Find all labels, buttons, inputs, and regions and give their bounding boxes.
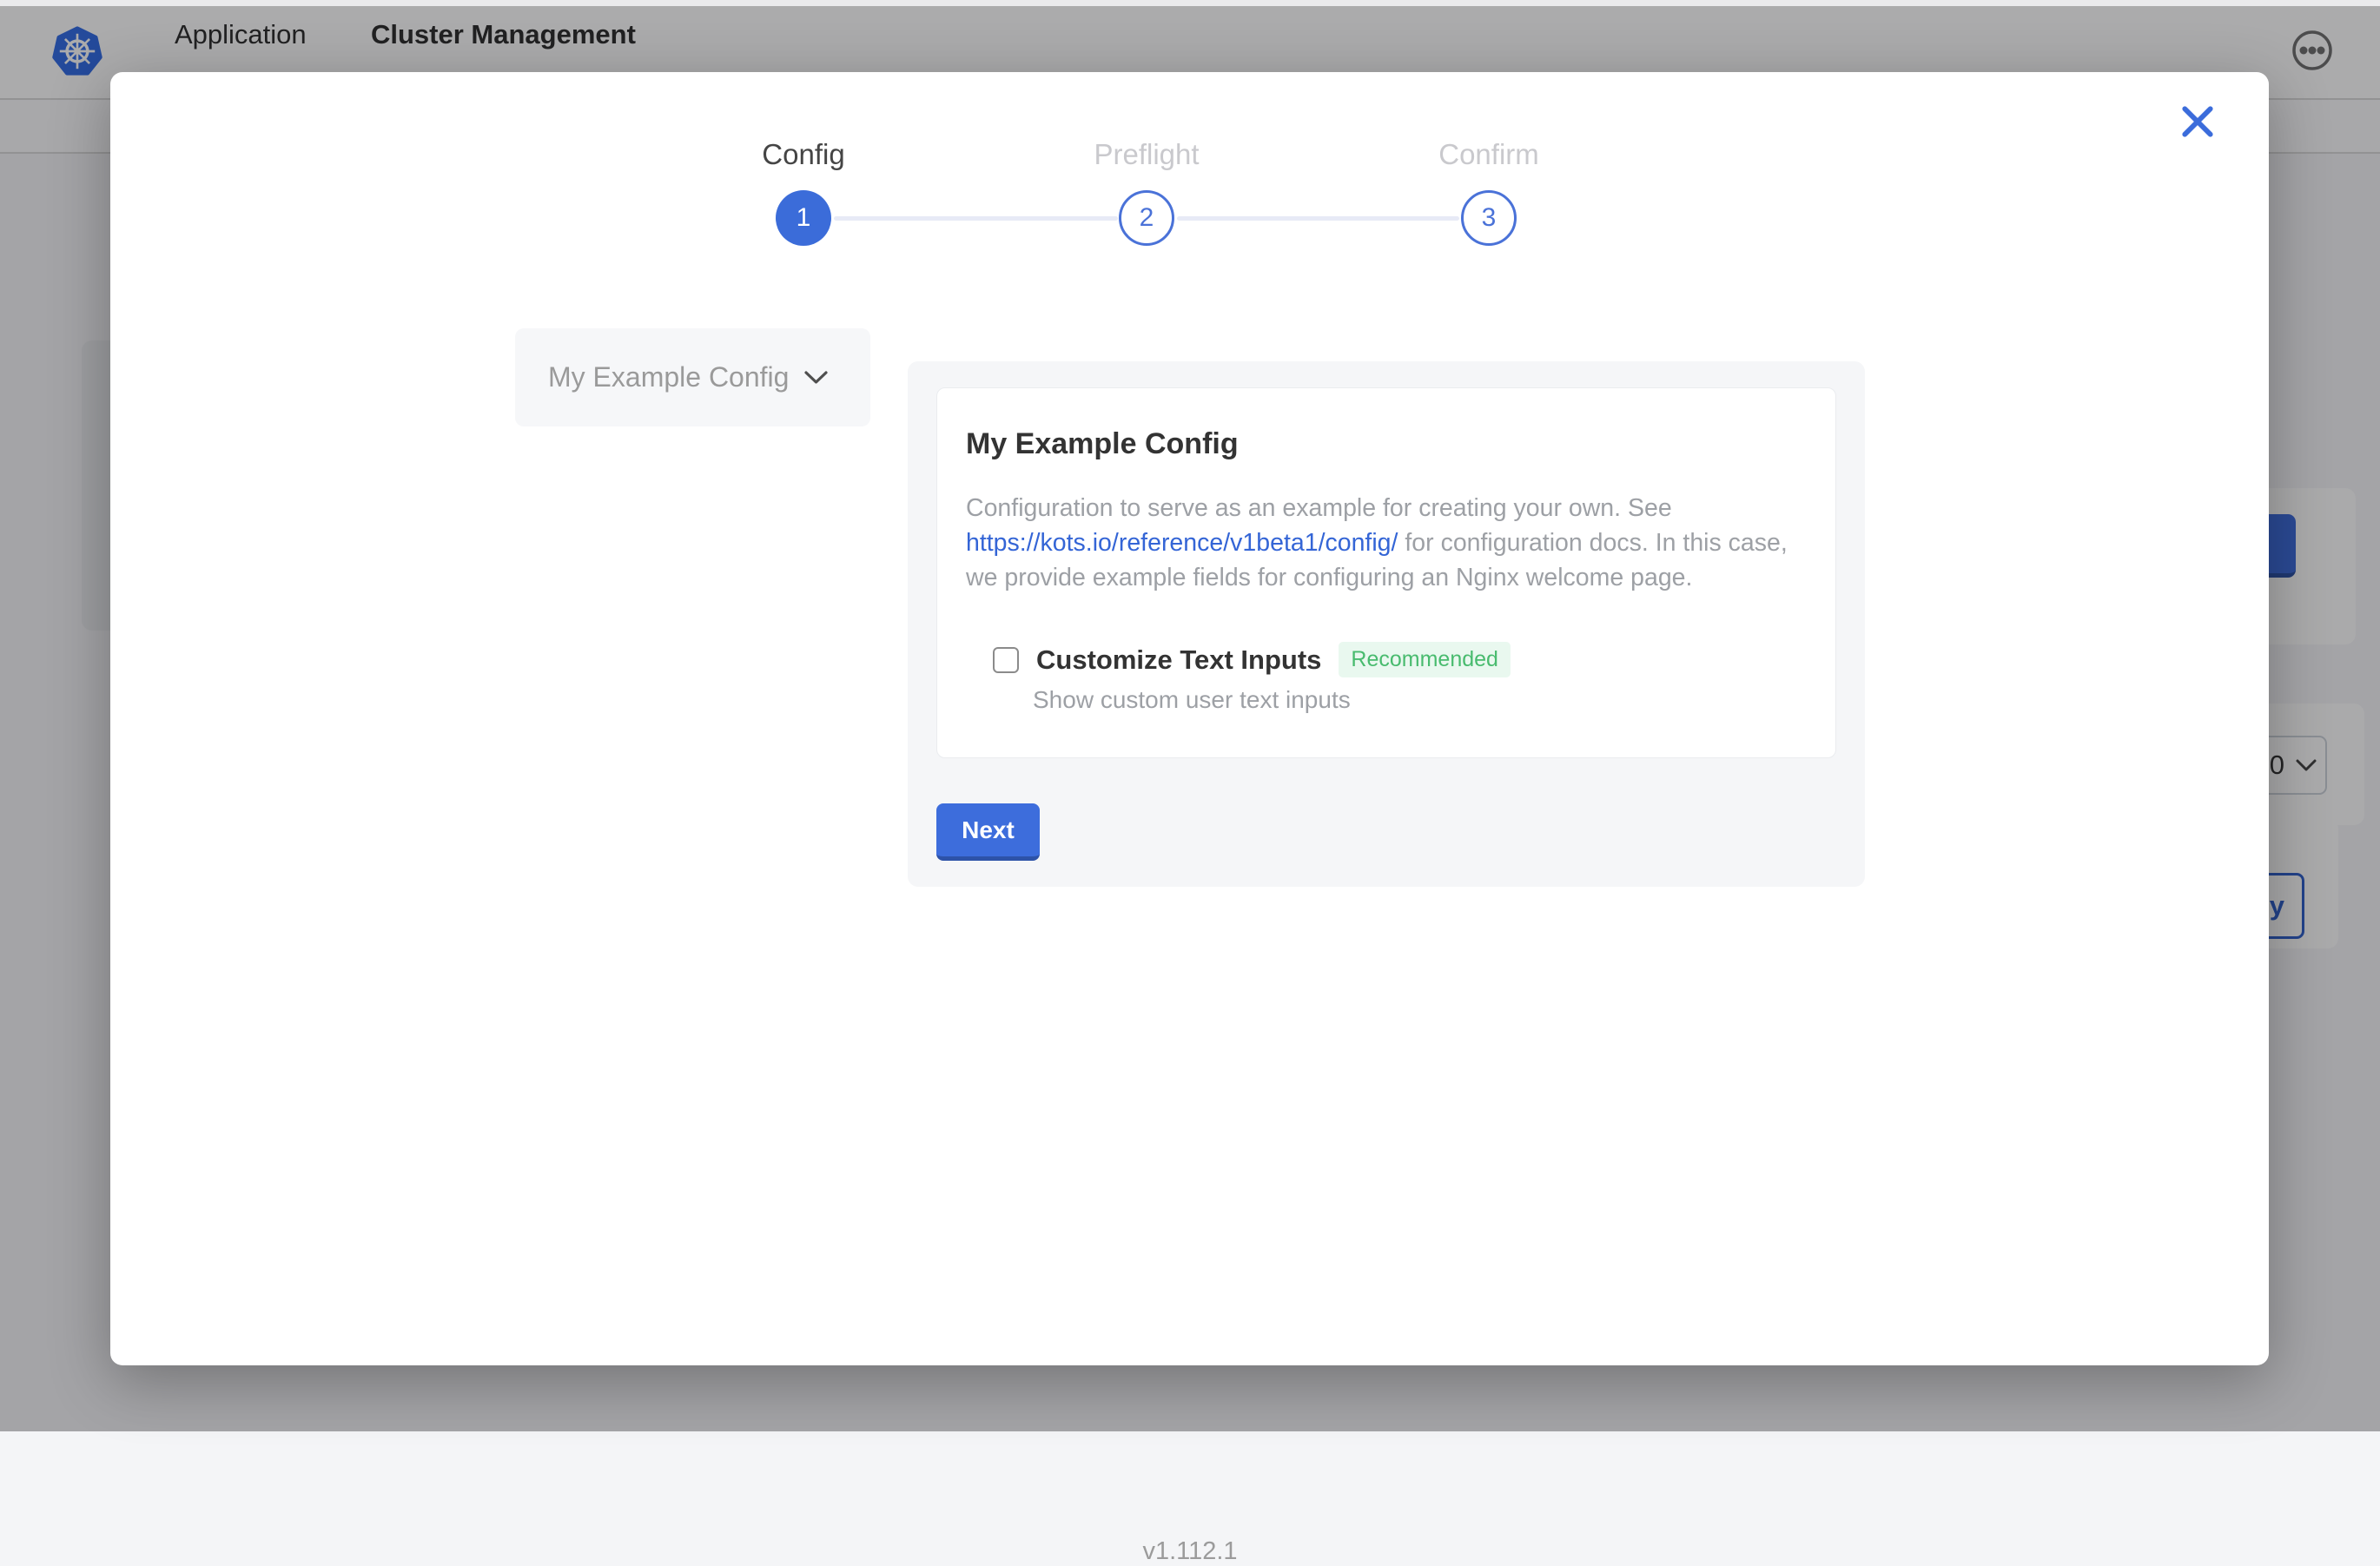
- next-button[interactable]: Next: [936, 803, 1040, 861]
- stepper-step-3[interactable]: 3: [1461, 190, 1517, 246]
- stepper-label-confirm: Confirm: [1359, 140, 1619, 169]
- app-version-label: v1.112.1: [0, 1537, 2380, 1566]
- customize-text-inputs-label[interactable]: Customize Text Inputs: [1036, 644, 1321, 676]
- top-edge-strip: [0, 0, 2380, 6]
- customize-text-inputs-row: Customize Text Inputs Recommended: [993, 642, 1807, 677]
- config-group-card: My Example Config Configuration to serve…: [936, 387, 1836, 758]
- stepper-step-1[interactable]: 1: [776, 190, 831, 246]
- config-group-title: My Example Config: [966, 428, 1807, 459]
- stepper-label-preflight: Preflight: [1016, 140, 1277, 169]
- config-docs-link[interactable]: https://kots.io/reference/v1beta1/config…: [966, 529, 1398, 557]
- config-wizard-modal: Config Preflight Confirm 1 2 3 My Exampl…: [110, 72, 2269, 1365]
- stepper-connector-2: [1177, 216, 1459, 221]
- description-text-before-link: Configuration to serve as an example for…: [966, 494, 1672, 522]
- config-group-description: Configuration to serve as an example for…: [966, 491, 1798, 595]
- stepper-label-config: Config: [673, 140, 934, 169]
- recommended-badge: Recommended: [1339, 642, 1511, 677]
- stepper-step-2[interactable]: 2: [1119, 190, 1174, 246]
- customize-text-inputs-checkbox[interactable]: [993, 647, 1019, 673]
- customize-text-inputs-help: Show custom user text inputs: [1033, 686, 1807, 714]
- config-group-dropdown-label: My Example Config: [548, 361, 789, 393]
- config-panel: My Example Config Configuration to serve…: [908, 361, 1865, 887]
- chevron-down-icon: [804, 371, 828, 385]
- config-group-dropdown[interactable]: My Example Config: [515, 328, 870, 426]
- stepper-connector-1: [834, 216, 1118, 221]
- close-icon[interactable]: [2176, 100, 2219, 143]
